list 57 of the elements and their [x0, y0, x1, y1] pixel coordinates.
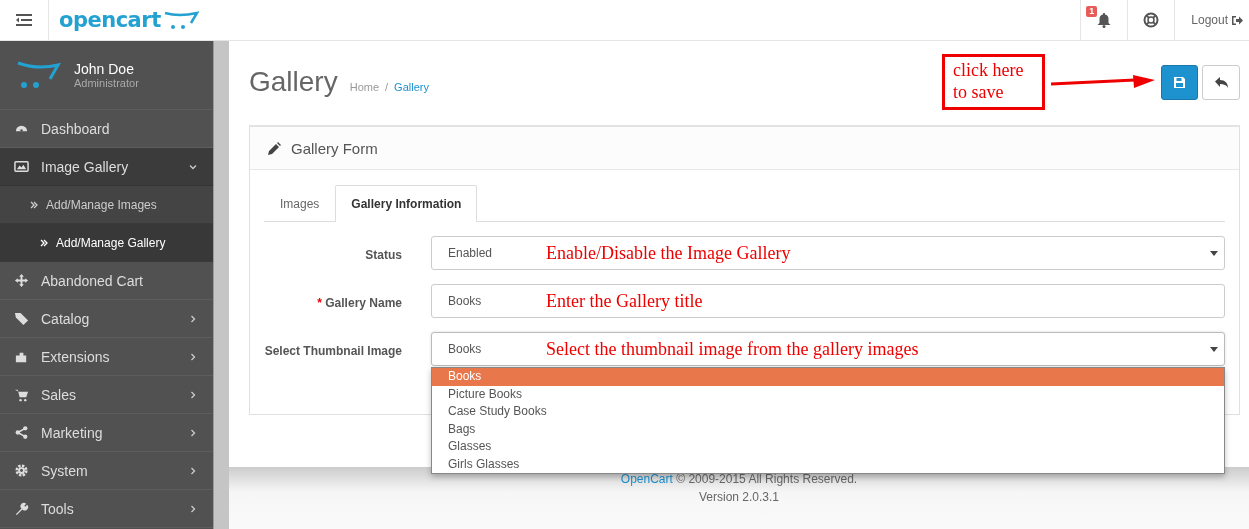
pencil-icon [268, 141, 281, 155]
annotation-note: Enter the Gallery title [546, 291, 703, 312]
bell-icon [1097, 12, 1112, 28]
notification-badge: 1 [1086, 6, 1098, 17]
field-label: Status [365, 248, 402, 262]
double-chevron-icon [40, 238, 48, 247]
chevron-icon [189, 352, 197, 361]
cart-logo-icon [162, 10, 199, 30]
dropdown-option[interactable]: Glasses [432, 438, 1224, 456]
back-button[interactable] [1202, 64, 1240, 100]
move-icon [14, 273, 29, 288]
caret-icon [1210, 345, 1218, 353]
logout-icon [1231, 14, 1243, 26]
tag-icon [14, 311, 29, 326]
dropdown-option[interactable]: Girls Glasses [432, 455, 1224, 473]
caret-icon [1210, 249, 1218, 257]
tab[interactable]: Images [264, 185, 336, 221]
panel-title: Gallery Form [291, 139, 378, 157]
lifebuoy-icon[interactable] [1143, 12, 1160, 28]
chevron-icon [189, 162, 197, 171]
nav-item[interactable]: Image Gallery [0, 148, 213, 186]
user-role: Administrator [74, 77, 139, 89]
avatar-icon [16, 61, 62, 89]
field-label: Select Thumbnail Image [264, 344, 402, 358]
user-name: John Doe [74, 61, 135, 77]
required-asterisk: * [317, 296, 322, 310]
save-button[interactable] [1161, 64, 1198, 100]
nav-subitem[interactable]: Add/Manage Gallery [0, 224, 213, 262]
notifications-button[interactable]: 1 [1080, 0, 1128, 40]
menu-icon[interactable] [16, 14, 32, 26]
breadcrumb-link[interactable]: Gallery [394, 81, 429, 93]
breadcrumb-separator: / [385, 81, 389, 93]
tab[interactable]: Gallery Information [335, 185, 478, 222]
page-title: Gallery [249, 66, 338, 98]
wrench-icon [14, 501, 29, 516]
cart-icon [14, 387, 29, 402]
chevron-icon [189, 390, 197, 399]
reply-arrow-icon [1214, 76, 1228, 88]
nav-subitem[interactable]: Add/Manage Images [0, 186, 213, 224]
share-icon [14, 425, 29, 440]
version-text: Version 2.0.3.1 [697, 489, 781, 506]
chevron-icon [189, 314, 197, 323]
image-icon [14, 159, 29, 174]
dropdown-option[interactable]: Case Study Books [432, 403, 1224, 421]
annotation-note: Select the thumbnail image from the gallery images [546, 339, 919, 360]
field-label: Gallery Name [325, 296, 402, 310]
annotation-note: Enable/Disable the Image Gallery [546, 243, 791, 264]
gear-icon [14, 463, 29, 478]
scrollbar-track[interactable] [213, 41, 229, 529]
dropdown-option[interactable]: Bags [432, 420, 1224, 438]
chevron-icon [189, 504, 197, 513]
logout-button[interactable]: Logout [1174, 0, 1249, 40]
chevron-icon [189, 466, 197, 475]
double-chevron-icon [30, 200, 38, 209]
callout-note: click here to save [942, 54, 1045, 110]
chevron-icon [189, 428, 197, 437]
dropdown-option[interactable]: Picture Books [432, 385, 1224, 403]
